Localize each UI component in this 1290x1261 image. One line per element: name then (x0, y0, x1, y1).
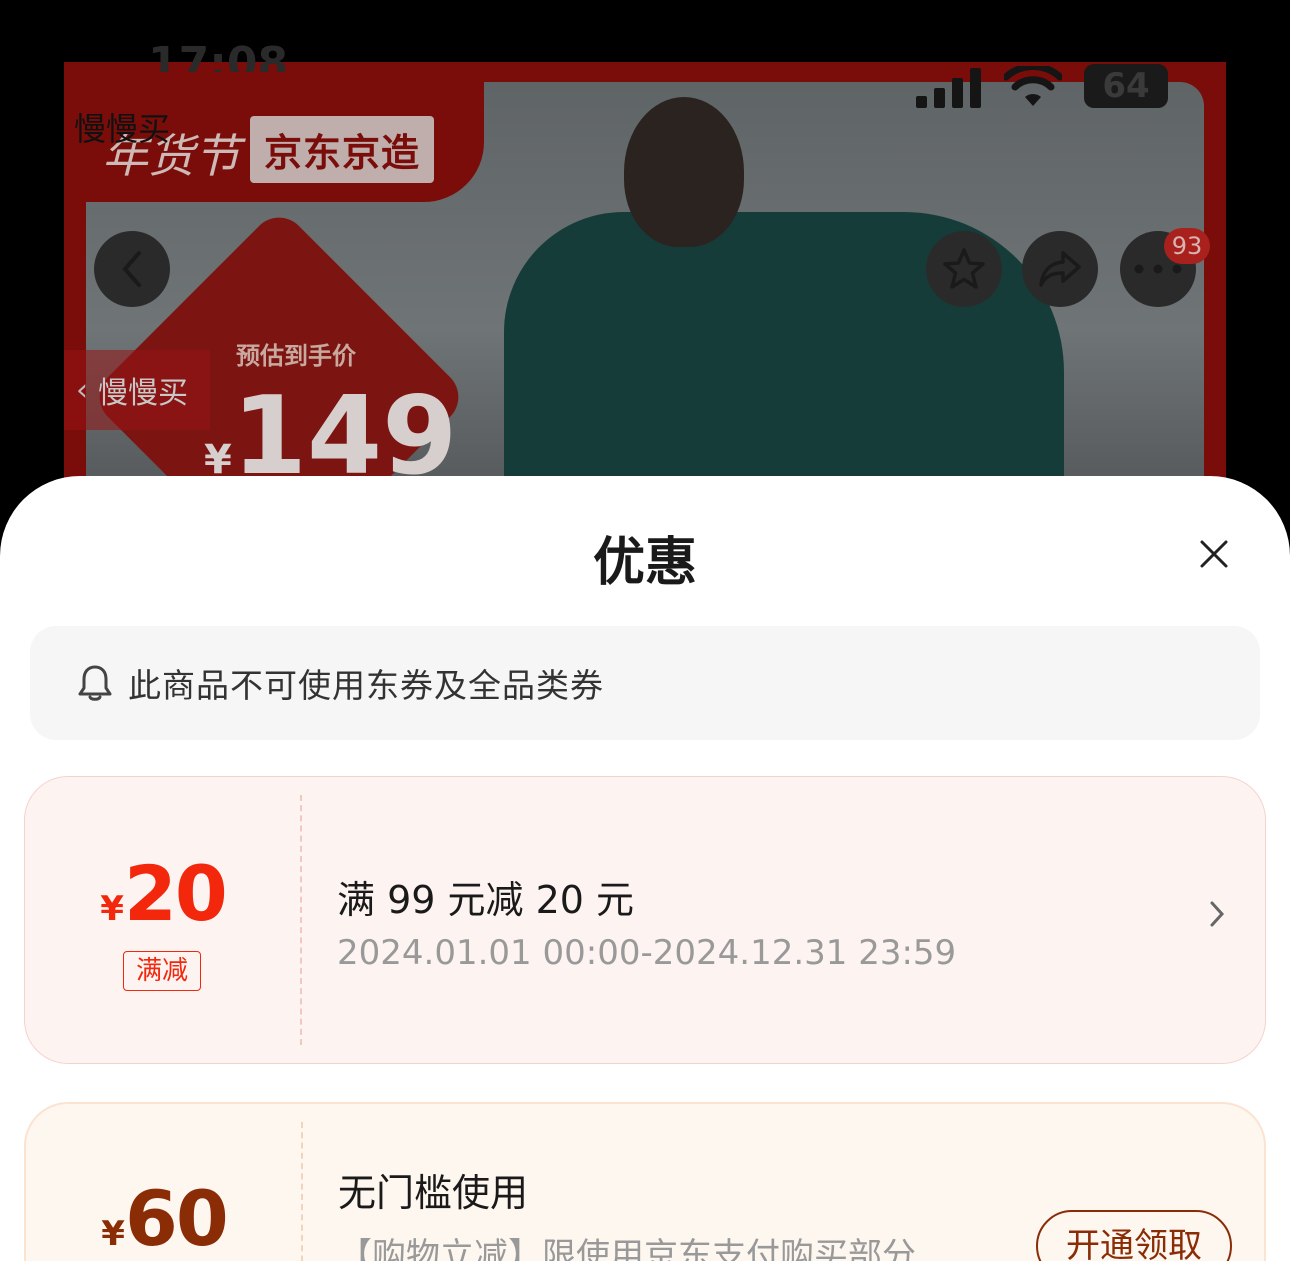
promotions-sheet: 优惠 此商品不可使用东券及全品类券 ¥20 满减 满 99 元减 20 元 20… (0, 476, 1290, 1261)
coupon-type-tag: 满减 (123, 951, 201, 991)
amount-value: 20 (123, 849, 228, 938)
status-time: 17:08 (148, 42, 289, 72)
sheet-title: 优惠 (592, 533, 697, 593)
currency-symbol: ¥ (100, 889, 124, 929)
claim-coupon-button[interactable]: 开通领取 (1036, 1210, 1232, 1261)
message-count-badge: 93 (1164, 228, 1210, 264)
coupon-card[interactable]: ¥20 满减 满 99 元减 20 元 2024.01.01 00:00-202… (24, 776, 1266, 1064)
coupon-validity: 2024.01.01 00:00-2024.12.31 23:59 (337, 933, 957, 973)
close-icon[interactable] (1196, 536, 1232, 572)
coupon-notice: 此商品不可使用东券及全品类券 (30, 626, 1260, 740)
more-dots-icon (1134, 264, 1182, 274)
coupon-amount-section: ¥60 (26, 1104, 302, 1261)
coupon-card[interactable]: ¥60 无门槛使用 【购物立减】限使用京东支付购买部分... 开通领取 (24, 1102, 1266, 1261)
model-head (624, 97, 744, 247)
favorite-button[interactable] (926, 231, 1002, 307)
back-button[interactable] (94, 231, 170, 307)
back-app-label: 慢慢买 (98, 376, 188, 411)
coupon-amount-section: ¥20 满减 (25, 777, 301, 1063)
wifi-icon (1004, 66, 1062, 106)
chevron-right-icon[interactable] (1207, 899, 1227, 929)
dashed-divider (301, 1122, 303, 1261)
amount-value: 60 (124, 1174, 229, 1261)
coupon-title: 无门槛使用 (338, 1171, 529, 1215)
back-to-app-button[interactable]: ‹ 慢慢买 (64, 350, 210, 430)
notice-text: 此商品不可使用东券及全品类券 (128, 666, 604, 705)
coupon-amount: ¥20 (25, 849, 301, 938)
chevron-left-icon (122, 251, 141, 287)
share-button[interactable] (1022, 231, 1098, 307)
share-icon (1039, 251, 1081, 287)
coupon-amount: ¥60 (26, 1174, 302, 1261)
battery-indicator: 64 (1084, 64, 1168, 108)
dashed-divider (300, 795, 302, 1045)
price-value: ¥149 (204, 374, 457, 492)
bell-icon (78, 665, 112, 701)
cellular-signal-icon (916, 68, 981, 108)
coupon-description: 【购物立减】限使用京东支付购买部分... (338, 1236, 949, 1261)
chevron-left-icon: ‹ (76, 372, 88, 408)
star-icon (943, 248, 985, 289)
currency-symbol: ¥ (101, 1214, 125, 1254)
price-label: 预估到手价 (236, 342, 356, 370)
price-number: 149 (231, 374, 458, 492)
page-title: 慢慢买 (74, 110, 171, 148)
brand-badge: 京东京造 (250, 116, 435, 183)
coupon-title: 满 99 元减 20 元 (337, 878, 635, 922)
